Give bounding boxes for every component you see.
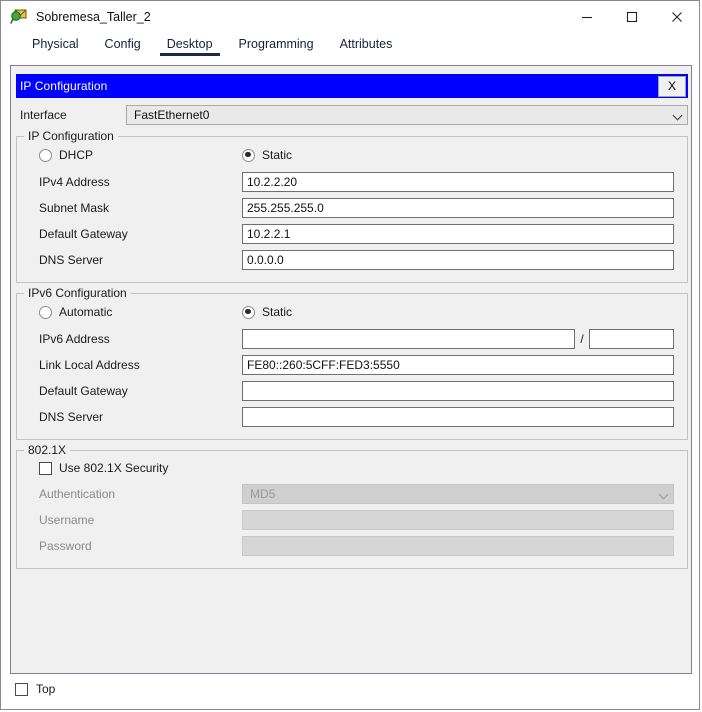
device-window: Sobremesa_Taller_2 Physical Config Deskt…	[0, 0, 700, 710]
window-titlebar: Sobremesa_Taller_2	[1, 1, 699, 32]
window-controls	[564, 1, 699, 32]
tab-config[interactable]: Config	[92, 34, 154, 56]
minimize-icon[interactable]	[564, 1, 609, 32]
ipv6-prefix-input[interactable]	[589, 329, 674, 349]
ipv6-address-label: IPv6 Address	[27, 332, 242, 346]
ipv4-address-label: IPv4 Address	[27, 175, 242, 189]
chevron-down-icon	[674, 112, 683, 118]
ip-configuration-dialog: IP Configuration X Interface FastEtherne…	[16, 74, 688, 569]
ipv4-static-option[interactable]: Static	[242, 148, 292, 162]
ipv4-address-input[interactable]: 10.2.2.20	[242, 172, 674, 192]
checkbox-icon-top	[15, 683, 28, 696]
ipv4-mode-row: DHCP Static	[27, 137, 677, 169]
ipv6-gateway-label: Default Gateway	[27, 384, 242, 398]
authentication-label: Authentication	[27, 487, 242, 501]
ipv6-configuration-group: IPv6 Configuration Automatic Static IPv6…	[16, 293, 688, 440]
interface-label: Interface	[16, 108, 126, 122]
dot1x-group: 802.1X Use 802.1X Security Authenticatio…	[16, 450, 688, 569]
tab-desktop[interactable]: Desktop	[154, 34, 226, 56]
tab-attributes[interactable]: Attributes	[327, 34, 406, 56]
ipv4-dhcp-option[interactable]: DHCP	[27, 148, 242, 162]
link-local-address-input[interactable]: FE80::260:5CFF:FED3:5550	[242, 355, 674, 375]
use-dot1x-security-label: Use 802.1X Security	[59, 461, 168, 475]
password-input	[242, 536, 674, 556]
ipv4-static-label: Static	[262, 148, 292, 162]
ipv6-dns-label: DNS Server	[27, 410, 242, 424]
dialog-title: IP Configuration	[20, 79, 107, 93]
chevron-down-icon-authentication	[660, 491, 669, 497]
ipv6-dns-row: DNS Server	[27, 404, 677, 430]
ipv4-group-title: IP Configuration	[24, 129, 118, 143]
tab-bar: Physical Config Desktop Programming Attr…	[1, 32, 699, 56]
use-dot1x-security-option[interactable]: Use 802.1X Security	[27, 451, 677, 481]
packet-tracer-icon	[10, 8, 28, 26]
subnet-mask-input[interactable]: 255.255.255.0	[242, 198, 674, 218]
top-checkbox-label: Top	[36, 682, 55, 696]
radio-icon-ipv6-static	[242, 306, 255, 319]
subnet-mask-row: Subnet Mask 255.255.255.0	[27, 195, 677, 221]
tab-physical[interactable]: Physical	[19, 34, 92, 56]
ipv4-gateway-label: Default Gateway	[27, 227, 242, 241]
username-label: Username	[27, 513, 242, 527]
ipv6-gateway-input[interactable]	[242, 381, 674, 401]
desktop-panel: IP Configuration X Interface FastEtherne…	[10, 65, 692, 674]
link-local-address-row: Link Local Address FE80::260:5CFF:FED3:5…	[27, 352, 677, 378]
ipv4-dhcp-label: DHCP	[59, 148, 93, 162]
interface-select[interactable]: FastEthernet0	[126, 105, 688, 125]
interface-value: FastEthernet0	[134, 108, 209, 122]
ipv4-dns-label: DNS Server	[27, 253, 242, 267]
window-title: Sobremesa_Taller_2	[36, 10, 151, 24]
ipv6-static-option[interactable]: Static	[242, 305, 292, 319]
password-row: Password	[27, 533, 677, 559]
close-icon[interactable]	[654, 1, 699, 32]
authentication-value: MD5	[250, 487, 275, 501]
maximize-icon[interactable]	[609, 1, 654, 32]
ipv4-address-row: IPv4 Address 10.2.2.20	[27, 169, 677, 195]
ipv6-gateway-row: Default Gateway	[27, 378, 677, 404]
ipv6-group-title: IPv6 Configuration	[24, 286, 131, 300]
radio-icon-dhcp	[39, 149, 52, 162]
radio-icon-static	[242, 149, 255, 162]
password-label: Password	[27, 539, 242, 553]
dialog-close-button[interactable]: X	[658, 76, 686, 97]
interface-row: Interface FastEthernet0	[16, 104, 688, 126]
ipv4-dns-input[interactable]: 0.0.0.0	[242, 250, 674, 270]
ipv6-dns-input[interactable]	[242, 407, 674, 427]
authentication-select: MD5	[242, 484, 674, 504]
ipv6-static-label: Static	[262, 305, 292, 319]
ipv4-dns-row: DNS Server 0.0.0.0	[27, 247, 677, 273]
authentication-row: Authentication MD5	[27, 481, 677, 507]
ipv6-automatic-label: Automatic	[59, 305, 112, 319]
tab-programming[interactable]: Programming	[226, 34, 327, 56]
top-checkbox-row[interactable]: Top	[15, 682, 55, 696]
ipv6-address-row: IPv6 Address /	[27, 326, 677, 352]
ipv6-automatic-option[interactable]: Automatic	[27, 305, 242, 319]
username-input	[242, 510, 674, 530]
checkbox-icon-dot1x	[39, 462, 52, 475]
dot1x-group-title: 802.1X	[24, 443, 70, 457]
ipv6-prefix-separator: /	[575, 332, 589, 346]
radio-icon-automatic	[39, 306, 52, 319]
ipv4-gateway-input[interactable]: 10.2.2.1	[242, 224, 674, 244]
ipv6-address-input[interactable]	[242, 329, 575, 349]
dialog-titlebar: IP Configuration X	[16, 74, 688, 98]
subnet-mask-label: Subnet Mask	[27, 201, 242, 215]
username-row: Username	[27, 507, 677, 533]
ipv4-gateway-row: Default Gateway 10.2.2.1	[27, 221, 677, 247]
link-local-address-label: Link Local Address	[27, 358, 242, 372]
ipv4-configuration-group: IP Configuration DHCP Static IPv4 Addres…	[16, 136, 688, 283]
